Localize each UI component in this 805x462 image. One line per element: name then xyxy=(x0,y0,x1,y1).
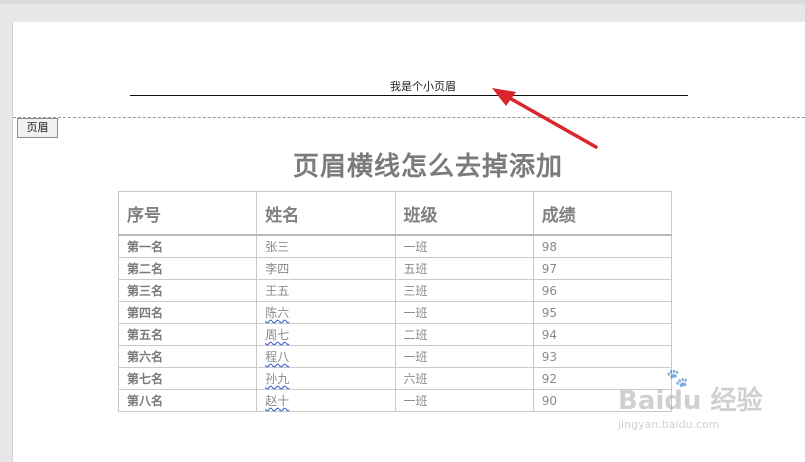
table-row: 第四名 陈六 一班 95 xyxy=(117,301,673,324)
table-cell-score-text: 97 xyxy=(541,261,558,276)
grades-table[interactable]: 序号 姓名 班级 成绩 第一名 张三 一班 98 第二名 李四 五班 97 第三名 王五 三班 96 第… xyxy=(117,191,673,412)
column-header-score[interactable]: 成绩 xyxy=(532,191,673,236)
table-cell-class-text: 六班 xyxy=(403,372,428,386)
table-cell-rank-text: 第八名 xyxy=(127,394,164,408)
header-area-separator xyxy=(13,117,805,118)
table-cell-rank[interactable]: 第八名 xyxy=(117,389,258,412)
table-cell-class[interactable]: 二班 xyxy=(394,323,534,346)
table-cell-name-text: 陈六 xyxy=(265,306,290,320)
table-cell-score-text: 98 xyxy=(541,239,558,254)
column-header-class[interactable]: 班级 xyxy=(394,191,534,236)
table-cell-name[interactable]: 周七 xyxy=(256,323,396,346)
table-cell-name[interactable]: 王五 xyxy=(256,279,396,302)
table-cell-score[interactable]: 98 xyxy=(532,234,673,258)
table-cell-rank-text: 第六名 xyxy=(127,350,164,364)
table-cell-name-text: 赵十 xyxy=(265,394,290,408)
table-cell-score-text: 93 xyxy=(541,349,558,364)
window-top-edge xyxy=(0,0,805,4)
table-header-row: 序号 姓名 班级 成绩 xyxy=(117,191,673,236)
table-cell-name[interactable]: 陈六 xyxy=(256,301,396,324)
table-cell-rank-text: 第五名 xyxy=(127,328,164,342)
table-cell-name[interactable]: 李四 xyxy=(256,257,396,280)
document-title[interactable]: 页眉横线怎么去掉添加 xyxy=(153,146,703,183)
table-cell-rank-text: 第一名 xyxy=(127,240,164,254)
table-cell-rank-text: 第四名 xyxy=(127,306,164,320)
table-cell-name-text: 周七 xyxy=(265,328,290,342)
table-cell-class-text: 二班 xyxy=(403,328,428,342)
watermark-url: jingyan.baidu.com xyxy=(618,418,720,431)
table-row: 第八名 赵十 一班 90 xyxy=(117,389,673,412)
table-cell-score-text: 92 xyxy=(541,371,558,386)
table-cell-rank-text: 第三名 xyxy=(127,284,164,298)
table-cell-class-text: 三班 xyxy=(403,284,428,298)
table-row: 第七名 孙九 六班 92 xyxy=(117,367,673,390)
table-cell-class-text: 一班 xyxy=(403,350,428,364)
table-cell-score-text: 96 xyxy=(541,283,558,298)
table-cell-name-text: 李四 xyxy=(265,262,290,276)
watermark-logo-text: Baidu 经验 xyxy=(618,386,763,416)
table-cell-score[interactable]: 96 xyxy=(532,279,673,302)
column-header-name[interactable]: 姓名 xyxy=(256,191,396,236)
table-cell-name[interactable]: 张三 xyxy=(256,234,396,258)
table-cell-score[interactable]: 95 xyxy=(532,301,673,324)
table-row: 第二名 李四 五班 97 xyxy=(117,257,673,280)
table-cell-rank[interactable]: 第一名 xyxy=(117,234,258,258)
table-cell-name-text: 张三 xyxy=(265,240,290,254)
table-cell-name-text: 王五 xyxy=(265,284,290,298)
table-cell-score[interactable]: 94 xyxy=(532,323,673,346)
table-row: 第六名 程八 一班 93 xyxy=(117,345,673,368)
baidu-watermark: 🐾 Baidu 经验 jingyan.baidu.com xyxy=(618,368,798,440)
table-cell-rank[interactable]: 第七名 xyxy=(117,367,258,390)
table-cell-class-text: 一班 xyxy=(403,240,428,254)
table-cell-rank[interactable]: 第三名 xyxy=(117,279,258,302)
table-cell-class[interactable]: 五班 xyxy=(394,257,534,280)
table-cell-rank[interactable]: 第五名 xyxy=(117,323,258,346)
table-cell-class[interactable]: 一班 xyxy=(394,389,534,412)
table-cell-name-text: 孙九 xyxy=(265,372,290,386)
table-cell-class[interactable]: 一班 xyxy=(394,234,534,258)
table-cell-score[interactable]: 97 xyxy=(532,257,673,280)
table-cell-class[interactable]: 三班 xyxy=(394,279,534,302)
table-row: 第五名 周七 二班 94 xyxy=(117,323,673,346)
table-cell-class-text: 一班 xyxy=(403,306,428,320)
table-cell-rank-text: 第二名 xyxy=(127,262,164,276)
table-cell-class[interactable]: 六班 xyxy=(394,367,534,390)
table-cell-name-text: 程八 xyxy=(265,350,290,364)
table-cell-name[interactable]: 孙九 xyxy=(256,367,396,390)
table-cell-rank[interactable]: 第四名 xyxy=(117,301,258,324)
table-cell-score-text: 95 xyxy=(541,305,558,320)
table-cell-score-text: 94 xyxy=(541,327,558,342)
column-header-rank[interactable]: 序号 xyxy=(117,191,258,236)
table-cell-class-text: 一班 xyxy=(403,394,428,408)
table-cell-class[interactable]: 一班 xyxy=(394,301,534,324)
header-tab-label[interactable]: 页眉 xyxy=(17,118,58,138)
table-cell-name[interactable]: 程八 xyxy=(256,345,396,368)
table-row: 第三名 王五 三班 96 xyxy=(117,279,673,302)
table-cell-rank-text: 第七名 xyxy=(127,372,164,386)
table-cell-class[interactable]: 一班 xyxy=(394,345,534,368)
table-cell-name[interactable]: 赵十 xyxy=(256,389,396,412)
table-cell-score[interactable]: 93 xyxy=(532,345,673,368)
table-row: 第一名 张三 一班 98 xyxy=(117,234,673,258)
header-text[interactable]: 我是个小页眉 xyxy=(353,78,493,94)
table-cell-rank[interactable]: 第二名 xyxy=(117,257,258,280)
header-rule-line xyxy=(130,95,688,96)
table-cell-rank[interactable]: 第六名 xyxy=(117,345,258,368)
table-cell-class-text: 五班 xyxy=(403,262,428,276)
table-cell-score-text: 90 xyxy=(541,393,558,408)
